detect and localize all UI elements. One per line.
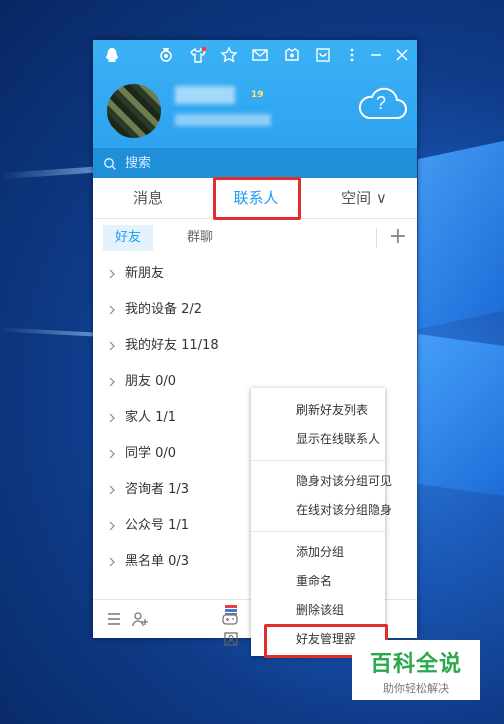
chevron-right-icon <box>109 377 115 387</box>
group-label: 公众号 1/1 <box>125 518 190 533</box>
avatar[interactable] <box>107 84 161 138</box>
star-icon[interactable] <box>220 46 238 64</box>
friend-manager-icon <box>224 632 238 646</box>
weather-glyph: ? <box>376 93 387 113</box>
menu-item-rename[interactable]: 重命名 <box>251 567 385 595</box>
menu-divider <box>251 460 385 461</box>
search-icon <box>103 156 117 171</box>
group-label: 我的好友 11/18 <box>125 338 219 353</box>
menu-item-online-hidden-from-group[interactable]: 在线对该分组隐身 <box>251 496 392 524</box>
group-label: 我的设备 2/2 <box>125 302 203 317</box>
search-bar[interactable] <box>93 148 417 178</box>
group-label: 咨询者 1/3 <box>125 482 190 497</box>
chevron-right-icon <box>109 521 115 531</box>
contact-subtabs: 好友 群聊 + <box>93 220 417 256</box>
profile-header: 19 ? <box>93 40 417 178</box>
calendar-icon[interactable] <box>314 46 332 64</box>
group-context-menu: 刷新好友列表 显示在线联系人 隐身对该分组可见 在线对该分组隐身 添加分组 重命… <box>224 388 392 658</box>
group-label: 同学 0/0 <box>125 446 177 461</box>
watermark-title: 百科全说 <box>369 652 462 677</box>
group-label: 家人 1/1 <box>125 410 177 425</box>
chevron-right-icon <box>109 449 115 459</box>
medal-icon[interactable] <box>157 46 175 64</box>
subtab-friends[interactable]: 好友 <box>103 225 154 251</box>
close-icon[interactable] <box>393 46 411 64</box>
menu-item-invisible-visible-to-group[interactable]: 隐身对该分组可见 <box>251 467 392 495</box>
chevron-right-icon <box>109 485 115 495</box>
weather-icon[interactable]: ? <box>357 84 407 122</box>
mail-icon[interactable] <box>251 46 269 64</box>
list-item[interactable]: 我的设备 2/2 <box>93 292 417 328</box>
nickname[interactable] <box>175 86 235 104</box>
qq-penguin-icon[interactable] <box>103 46 121 64</box>
tab-messages[interactable]: 消息 <box>117 178 179 218</box>
main-menu-icon[interactable] <box>105 610 123 628</box>
delete-group-label: 删除该组 <box>296 603 345 617</box>
menu-item-refresh-friends[interactable]: 刷新好友列表 <box>251 396 385 424</box>
menu-divider <box>251 531 385 532</box>
chevron-right-icon <box>109 557 115 567</box>
minimize-icon[interactable] <box>367 46 385 64</box>
title-bar[interactable] <box>93 40 417 70</box>
tshirt-icon[interactable] <box>189 46 207 64</box>
add-icon[interactable]: + <box>389 224 407 250</box>
group-label: 黑名单 0/3 <box>125 554 190 569</box>
shield-icon[interactable] <box>283 46 301 64</box>
menu-item-show-online[interactable]: 显示在线联系人 <box>251 425 385 453</box>
signature[interactable] <box>175 114 271 126</box>
menu-item-add-group[interactable]: 添加分组 <box>251 538 385 566</box>
watermark-subtitle: 助你轻松解决 <box>383 682 449 695</box>
subtab-groups[interactable]: 群聊 <box>175 225 225 251</box>
menu-item-delete-group[interactable]: 删除该组 <box>225 596 385 624</box>
watermark-logo: 百科全说 助你轻松解决 <box>352 640 480 700</box>
tab-qzone[interactable]: 空间 ∨ <box>329 178 399 218</box>
add-friend-icon[interactable] <box>131 610 149 628</box>
chevron-right-icon <box>109 269 115 279</box>
list-item[interactable]: 我的好友 11/18 <box>93 328 417 364</box>
group-label: 新朋友 <box>125 266 165 281</box>
group-label: 朋友 0/0 <box>125 374 177 389</box>
chevron-right-icon <box>109 341 115 351</box>
delete-group-icon <box>225 605 237 615</box>
contacts-tab-highlight <box>213 177 301 220</box>
chevron-right-icon <box>109 413 115 423</box>
level-badge: 19 <box>251 90 264 100</box>
search-input[interactable] <box>123 154 387 172</box>
more-icon[interactable] <box>343 46 361 64</box>
divider <box>376 228 377 248</box>
chevron-right-icon <box>109 305 115 315</box>
list-item[interactable]: 新朋友 <box>93 256 417 292</box>
